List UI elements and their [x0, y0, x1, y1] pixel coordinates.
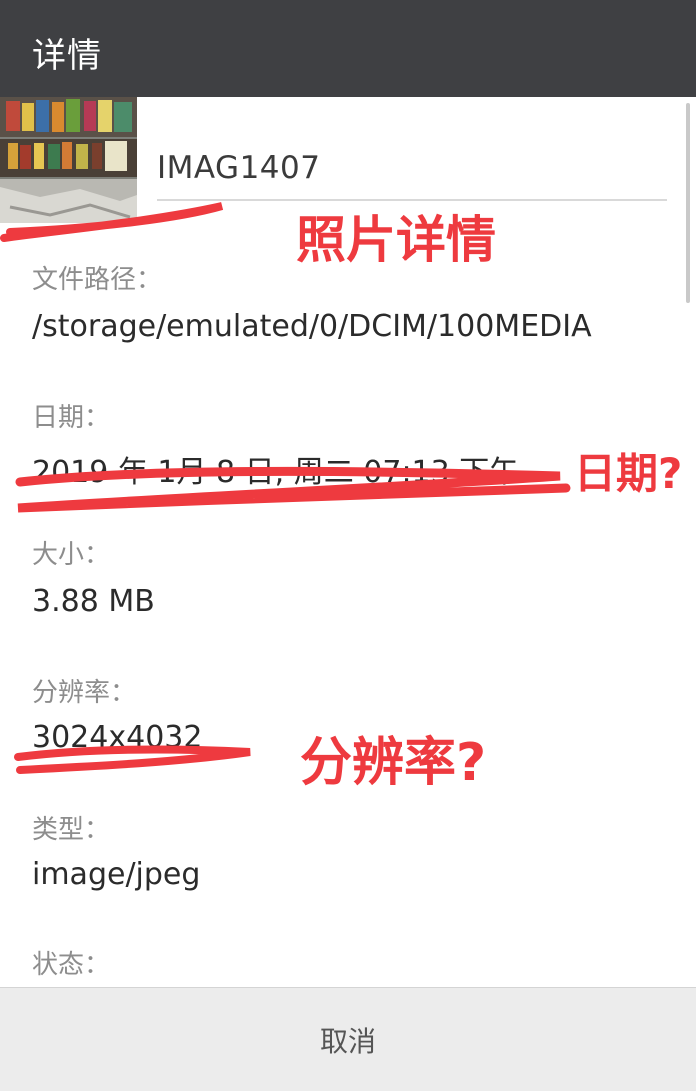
file-path-label: 文件路径：	[32, 265, 163, 295]
annotation-resolution: 分辨率?	[300, 733, 487, 793]
type-value: image/jpeg	[32, 857, 201, 892]
resolution-label: 分辨率：	[32, 678, 137, 708]
photo-thumbnail	[0, 97, 137, 223]
annotation-date: 日期?	[574, 449, 683, 498]
photo-filename: IMAG1407	[157, 150, 321, 186]
dialog-titlebar: 详情	[0, 0, 696, 97]
date-value: 2019 年 1月 8 日, 周二 07:13 下午	[32, 455, 520, 490]
date-label: 日期：	[32, 403, 111, 433]
status-label: 状态：	[32, 950, 111, 980]
scrollbar[interactable]	[686, 103, 690, 303]
dialog-footer: 取消	[0, 987, 696, 1091]
annotation-photo-details: 照片详情	[296, 211, 496, 269]
size-value: 3.88 MB	[32, 584, 155, 619]
resolution-value: 3024x4032	[32, 720, 203, 755]
dialog-title: 详情	[32, 36, 102, 76]
type-label: 类型：	[32, 815, 111, 845]
cancel-button[interactable]: 取消	[0, 988, 696, 1091]
size-label: 大小：	[32, 540, 111, 570]
file-path-value: /storage/emulated/0/DCIM/100MEDIA	[32, 309, 592, 344]
